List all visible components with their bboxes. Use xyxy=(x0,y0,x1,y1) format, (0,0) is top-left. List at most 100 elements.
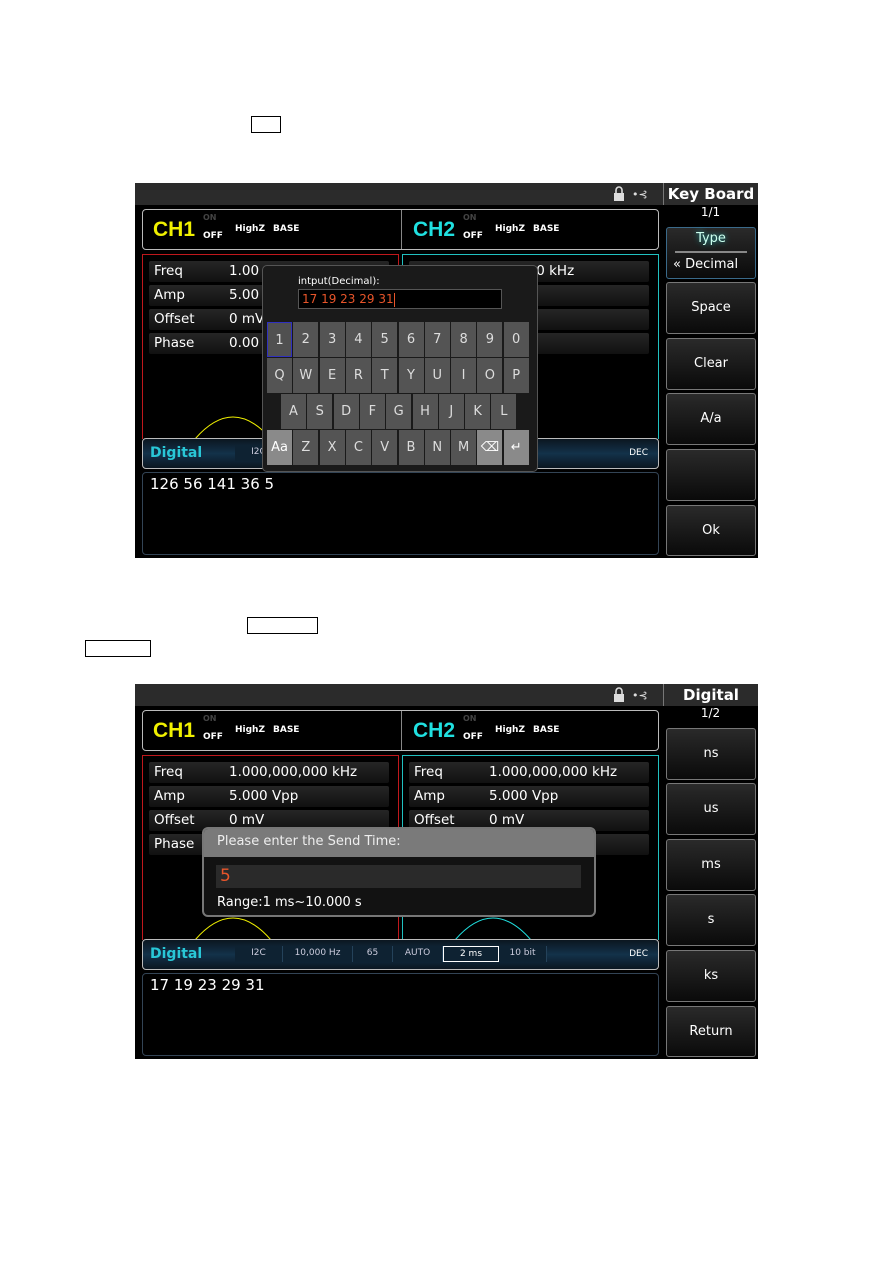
softkey-label: Space xyxy=(691,300,731,315)
softkey-ns[interactable]: ns xyxy=(666,728,756,780)
softkey-ks[interactable]: ks xyxy=(666,950,756,1002)
divider xyxy=(401,711,402,750)
key-i[interactable]: I xyxy=(451,358,477,393)
ch1-on-indicator[interactable]: ON xyxy=(203,714,217,723)
key-y[interactable]: Y xyxy=(398,358,424,393)
softkey-label: us xyxy=(703,801,719,816)
ch1-off-indicator[interactable]: OFF xyxy=(203,231,223,241)
keyboard-input[interactable]: 17 19 23 29 31 xyxy=(298,289,502,309)
key-v[interactable]: V xyxy=(372,430,398,465)
key-b[interactable]: B xyxy=(398,430,424,465)
input-value: 17 19 23 29 31 xyxy=(302,292,394,306)
key-6[interactable]: 6 xyxy=(398,322,424,357)
data-display[interactable]: 17 19 23 29 31 xyxy=(142,973,659,1056)
key-z[interactable]: Z xyxy=(293,430,319,465)
status-bar xyxy=(135,183,663,205)
divider xyxy=(675,251,747,253)
case-toggle-key[interactable]: Aa xyxy=(267,430,292,465)
ch1-label[interactable]: CH1 xyxy=(153,218,195,242)
ch2-off-indicator[interactable]: OFF xyxy=(463,732,483,742)
key-m[interactable]: M xyxy=(451,430,477,465)
softkey-ms[interactable]: ms xyxy=(666,839,756,891)
digital-param[interactable]: 65 xyxy=(353,946,393,962)
key-a[interactable]: A xyxy=(281,394,306,429)
digital-param[interactable]: AUTO xyxy=(393,946,443,962)
softkey-label: ks xyxy=(703,968,719,983)
key-1[interactable]: 1 xyxy=(267,322,292,357)
key-r[interactable]: R xyxy=(345,358,371,393)
ch2-on-indicator[interactable]: ON xyxy=(463,213,477,222)
key-s[interactable]: S xyxy=(307,394,333,429)
softkey-a-a[interactable]: A/a xyxy=(666,393,756,445)
chevron-left-icon: « xyxy=(673,257,681,272)
key-f[interactable]: F xyxy=(359,394,385,429)
ch1-off-indicator[interactable]: OFF xyxy=(203,732,223,742)
softkey-return[interactable]: Return xyxy=(666,1006,756,1057)
send-time-input[interactable]: 5 xyxy=(216,865,581,888)
key-u[interactable]: U xyxy=(424,358,450,393)
key-8[interactable]: 8 xyxy=(451,322,477,357)
softkey-label: Type xyxy=(696,231,726,246)
text-cursor xyxy=(393,292,395,307)
digital-title: Digital xyxy=(150,946,203,962)
data-display[interactable]: 126 56 141 36 5 xyxy=(142,472,659,555)
key-x[interactable]: X xyxy=(319,430,345,465)
ch2-label[interactable]: CH2 xyxy=(413,719,455,743)
key-t[interactable]: T xyxy=(372,358,398,393)
page-indicator: 1/1 xyxy=(700,205,721,219)
ch1-label[interactable]: CH1 xyxy=(153,719,195,743)
backspace-key[interactable]: ⌫ xyxy=(477,430,503,465)
digital-param[interactable]: 2 ms xyxy=(443,946,499,962)
menu-title: Key Board xyxy=(663,183,758,205)
ch2-load: HighZ xyxy=(495,725,525,735)
key-j[interactable]: J xyxy=(438,394,464,429)
softkey-clear[interactable]: Clear xyxy=(666,338,756,390)
key-9[interactable]: 9 xyxy=(477,322,503,357)
key-l[interactable]: L xyxy=(491,394,517,429)
format-indicator: DEC xyxy=(629,448,648,458)
send-time-dialog: Please enter the Send Time: 5 Range:1 ms~1… xyxy=(202,827,596,917)
key-2[interactable]: 2 xyxy=(293,322,319,357)
ch1-on-indicator[interactable]: ON xyxy=(203,213,217,222)
key-n[interactable]: N xyxy=(424,430,450,465)
key-w[interactable]: W xyxy=(293,358,319,393)
digital-param[interactable]: I2C xyxy=(235,946,283,962)
key-o[interactable]: O xyxy=(477,358,503,393)
ch2-label[interactable]: CH2 xyxy=(413,218,455,242)
digital-param[interactable]: 10,000 Hz xyxy=(283,946,353,962)
ch2-off-indicator[interactable]: OFF xyxy=(463,231,483,241)
keyboard-screenshot: •⊰ Key Board 1/1 CH1 ON OFF HighZ BASE CH2 ON OFF H… xyxy=(135,183,758,558)
key-p[interactable]: P xyxy=(503,358,529,393)
key-k[interactable]: K xyxy=(465,394,491,429)
ch2-load: HighZ xyxy=(495,224,525,234)
channel-header: CH1 ON OFF HighZ BASE CH2 ON OFF HighZ BASE xyxy=(142,710,659,751)
key-4[interactable]: 4 xyxy=(345,322,371,357)
key-5[interactable]: 5 xyxy=(372,322,398,357)
send-time-screenshot: •⊰ Digital 1/2 CH1 ON OFF HighZ BASE CH2 ON OFF Hig… xyxy=(135,684,758,1059)
enter-key[interactable]: ↵ xyxy=(503,430,529,465)
key-3[interactable]: 3 xyxy=(319,322,345,357)
key-7[interactable]: 7 xyxy=(424,322,450,357)
softkey-us[interactable]: us xyxy=(666,783,756,835)
ch2-on-indicator[interactable]: ON xyxy=(463,714,477,723)
softkey-type[interactable]: Type « Decimal xyxy=(666,227,756,279)
softkey-s[interactable]: s xyxy=(666,894,756,946)
key-e[interactable]: E xyxy=(319,358,345,393)
key-g[interactable]: G xyxy=(386,394,412,429)
data-values: 17 19 23 29 31 xyxy=(150,976,265,994)
key-q[interactable]: Q xyxy=(267,358,292,393)
softkey-ok[interactable]: Ok xyxy=(666,505,756,556)
key-label-box xyxy=(247,617,318,634)
key-0[interactable]: 0 xyxy=(503,322,529,357)
ch1-mode: BASE xyxy=(273,725,300,735)
digital-param[interactable]: 10 bit xyxy=(499,946,547,962)
key-d[interactable]: D xyxy=(333,394,359,429)
virtual-keyboard: intput(Decimal): 17 19 23 29 31 1 2 3 4 5 6 7 8 9 0… xyxy=(262,265,538,472)
page-indicator: 1/2 xyxy=(700,706,721,720)
softkey-empty[interactable] xyxy=(666,449,756,501)
key-h[interactable]: H xyxy=(412,394,438,429)
softkey-space[interactable]: Space xyxy=(666,282,756,334)
divider xyxy=(401,210,402,249)
key-c[interactable]: C xyxy=(345,430,371,465)
menu-title: Digital xyxy=(663,684,758,706)
